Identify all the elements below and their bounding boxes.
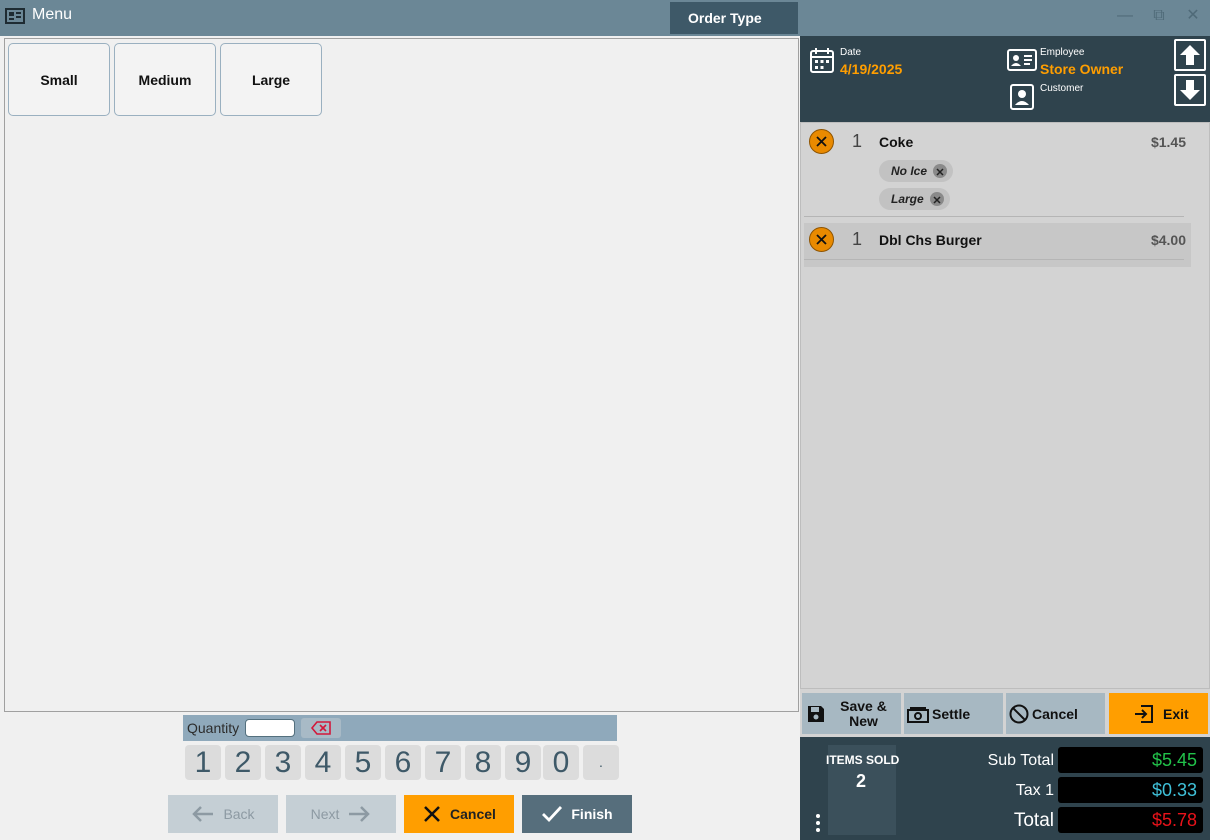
quantity-label: Quantity (187, 720, 240, 736)
employee-label: Employee (1040, 47, 1085, 58)
subtotal-value: $5.45 (1058, 747, 1203, 773)
save-icon (808, 705, 824, 722)
numpad-2[interactable]: 2 (225, 745, 261, 780)
calendar-icon (810, 48, 834, 73)
next-button[interactable]: Next (286, 795, 396, 833)
numpad-4[interactable]: 4 (305, 745, 341, 780)
numpad-1[interactable]: 1 (185, 745, 221, 780)
totals-panel: ITEMS SOLD 2 Sub Total $5.45 Tax 1 $0.33… (800, 737, 1210, 840)
divider (804, 259, 1184, 260)
modifier-label: Large (891, 192, 924, 206)
order-type-button[interactable]: Order Type (670, 2, 798, 34)
title-bar: Menu Order Type — ⧉ ✕ (0, 0, 1210, 36)
ticket-list: 1 Coke $1.45 No Ice Large 1 Dbl Chs Burg… (800, 122, 1210, 689)
numpad-5[interactable]: 5 (345, 745, 381, 780)
size-large-button[interactable]: Large (220, 43, 322, 116)
cancel-label: Cancel (450, 806, 496, 822)
employee-value: Store Owner (1040, 61, 1124, 77)
line-quantity: 1 (852, 131, 863, 151)
line-name: Dbl Chs Burger (879, 232, 982, 248)
modifier-label: No Ice (891, 164, 928, 178)
scroll-up-button[interactable] (1174, 39, 1206, 71)
backspace-icon (310, 721, 331, 735)
customer-icon[interactable] (1010, 84, 1034, 110)
window-title: Menu (32, 6, 73, 23)
save-new-label: Save & New (840, 697, 887, 729)
save-new-button[interactable]: Save & New (802, 693, 901, 734)
remove-modifier-icon[interactable] (933, 164, 948, 178)
arrow-up-icon (1180, 45, 1200, 65)
customer-label: Customer (1040, 83, 1084, 94)
tax-label: Tax 1 (1015, 782, 1054, 799)
arrow-down-icon (1180, 80, 1200, 100)
more-options-icon[interactable] (814, 813, 822, 833)
cash-icon (907, 706, 929, 723)
cancel-order-button[interactable]: Cancel (1006, 693, 1105, 734)
minimize-button[interactable]: — (1114, 6, 1136, 26)
numpad-decimal[interactable]: . (583, 745, 619, 780)
close-icon (816, 234, 827, 245)
order-panel: Date 4/19/2025 Employee Store Owner Cust… (800, 36, 1210, 840)
numpad-8[interactable]: 8 (465, 745, 501, 780)
close-button[interactable]: ✕ (1182, 6, 1204, 26)
total-value: $5.78 (1058, 807, 1203, 833)
quantity-input[interactable] (245, 719, 295, 737)
ticket-line-item[interactable]: 1 Dbl Chs Burger $4.00 (804, 223, 1191, 267)
settle-label: Settle (932, 705, 971, 722)
numpad-7[interactable]: 7 (425, 745, 461, 780)
back-label: Back (223, 806, 255, 822)
modifier-chip[interactable]: Large (879, 188, 950, 210)
remove-item-button[interactable] (809, 227, 834, 252)
employee-badge-icon (1007, 49, 1037, 71)
finish-label: Finish (571, 806, 613, 822)
size-small-button[interactable]: Small (8, 43, 110, 116)
close-icon (424, 806, 440, 822)
cancel-modifier-button[interactable]: Cancel (404, 795, 514, 833)
line-name: Coke (879, 134, 914, 150)
menu-window-icon (5, 8, 25, 24)
tax-value: $0.33 (1058, 777, 1203, 803)
remove-item-button[interactable] (809, 129, 834, 154)
order-info-header: Date 4/19/2025 Employee Store Owner Cust… (800, 36, 1210, 122)
finish-button[interactable]: Finish (522, 795, 632, 833)
line-price: $1.45 (1150, 134, 1186, 150)
arrow-left-icon (192, 806, 214, 822)
ticket-line-item[interactable]: 1 Coke $1.45 No Ice Large (804, 125, 1191, 217)
total-label: Total (1013, 810, 1054, 831)
date-value: 4/19/2025 (840, 61, 903, 77)
remove-modifier-icon[interactable] (929, 192, 944, 206)
order-action-bar: Save & New Settle Cancel Exit (800, 693, 1210, 735)
exit-button[interactable]: Exit (1109, 693, 1208, 734)
cancel-order-label: Cancel (1032, 705, 1078, 722)
close-icon (816, 136, 827, 147)
settle-button[interactable]: Settle (904, 693, 1003, 734)
numpad-0[interactable]: 0 (543, 745, 579, 780)
modifier-grid: Small Medium Large (4, 38, 799, 712)
size-medium-button[interactable]: Medium (114, 43, 216, 116)
line-quantity: 1 (852, 229, 863, 249)
numpad-3[interactable]: 3 (265, 745, 301, 780)
scroll-down-button[interactable] (1174, 74, 1206, 106)
line-price: $4.00 (1150, 232, 1186, 248)
exit-label: Exit (1163, 705, 1189, 722)
checkmark-icon (542, 806, 563, 823)
divider (804, 216, 1184, 217)
prohibited-icon (1009, 704, 1029, 723)
quantity-bar: Quantity (183, 715, 617, 741)
numpad-6[interactable]: 6 (385, 745, 421, 780)
subtotal-label: Sub Total (987, 752, 1054, 769)
quantity-clear-button[interactable] (301, 718, 341, 738)
next-label: Next (310, 806, 340, 822)
numpad-9[interactable]: 9 (505, 745, 541, 780)
modifier-chip[interactable]: No Ice (879, 160, 954, 182)
exit-icon (1135, 704, 1153, 723)
arrow-right-icon (349, 806, 371, 822)
date-label: Date (840, 47, 862, 58)
back-button[interactable]: Back (168, 795, 278, 833)
items-sold-value: 2 (856, 771, 867, 791)
items-sold-label: ITEMS SOLD (826, 753, 900, 767)
restore-button[interactable]: ⧉ (1148, 6, 1170, 26)
